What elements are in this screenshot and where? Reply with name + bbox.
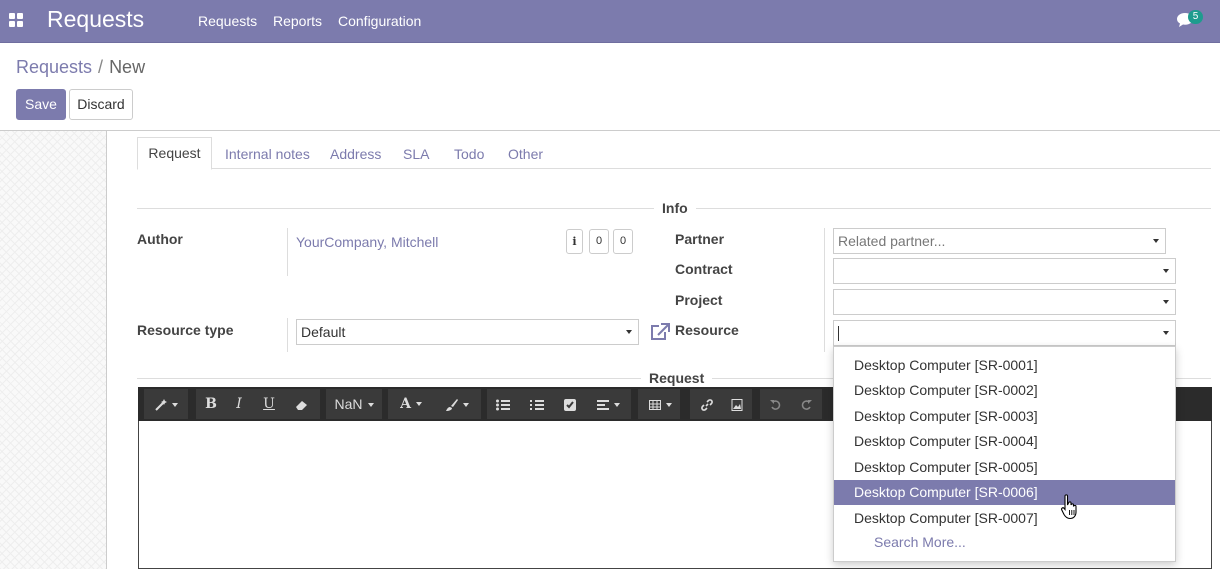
contract-select[interactable] [833,258,1176,284]
resource-type-value: Default [301,324,346,340]
align-icon[interactable] [590,389,626,419]
chevron-down-icon [1163,300,1169,304]
request-section-title: Request [641,370,713,386]
menu-reports[interactable]: Reports [273,13,322,29]
dropdown-item[interactable]: Desktop Computer [SR-0001] [834,353,1175,378]
font-size-dropdown[interactable]: NaN [330,389,378,419]
chat-count-badge: 5 [1188,10,1203,24]
author-divider [287,228,288,276]
partner-label: Partner [675,231,725,247]
redo-icon[interactable] [794,389,818,419]
ordered-list-icon[interactable] [525,389,549,419]
info-section-title: Info [654,200,696,216]
tabs-divider [137,168,1211,169]
resource-type-select[interactable]: Default [296,319,639,345]
bold-icon[interactable]: B [200,389,222,419]
author-counter-button-2[interactable]: 0 [613,229,633,254]
dropdown-item[interactable]: Desktop Computer [SR-0005] [834,455,1175,480]
author-info-button[interactable]: i [566,229,583,254]
undo-icon[interactable] [764,389,788,419]
external-link-icon[interactable] [650,323,670,341]
checklist-icon[interactable] [558,389,582,419]
dropdown-item-active[interactable]: Desktop Computer [SR-0006] [834,480,1175,505]
eraser-icon[interactable] [288,389,316,419]
magic-wand-icon[interactable] [148,389,184,419]
contract-label: Contract [675,261,733,277]
tab-request[interactable]: Request [137,137,212,170]
top-navbar: Requests Requests Reports Configuration … [0,0,1220,43]
unordered-list-icon[interactable] [491,389,515,419]
tab-internal-notes[interactable]: Internal notes [225,146,310,162]
dropdown-item[interactable]: Desktop Computer [SR-0002] [834,378,1175,403]
font-size-value: NaN [334,396,363,412]
dropdown-item[interactable]: Desktop Computer [SR-0003] [834,404,1175,429]
breadcrumb-current: New [109,57,146,77]
chevron-down-icon [1153,239,1159,243]
search-more-link[interactable]: Search More... [874,534,966,550]
chevron-down-icon [626,330,632,334]
image-icon[interactable] [725,389,749,419]
menu-configuration[interactable]: Configuration [338,13,421,29]
right-group-divider [824,228,825,352]
link-icon[interactable] [695,389,719,419]
resource-label: Resource [675,322,739,338]
chevron-down-icon [1163,269,1169,273]
partner-select[interactable]: Related partner... [833,228,1166,254]
resource-type-divider [287,318,288,352]
tab-address[interactable]: Address [330,146,381,162]
tab-other[interactable]: Other [508,146,543,162]
apps-menu-icon[interactable] [9,13,23,27]
resource-autocomplete-dropdown: Desktop Computer [SR-0001] Desktop Compu… [833,346,1176,562]
author-label: Author [137,231,183,247]
brush-icon[interactable] [438,389,476,419]
author-link[interactable]: YourCompany, Mitchell [296,234,438,250]
dropdown-item[interactable]: Desktop Computer [SR-0004] [834,429,1175,454]
italic-icon[interactable]: I [228,389,250,419]
save-button[interactable]: Save [16,89,66,120]
project-label: Project [675,292,723,308]
resource-select[interactable] [833,320,1176,346]
breadcrumb-separator: / [98,57,104,77]
text-cursor [838,326,839,341]
partner-placeholder: Related partner... [838,233,946,249]
hand-pointer-cursor-icon [1061,494,1077,520]
sheet-background [0,131,106,569]
discard-button[interactable]: Discard [69,89,133,120]
tab-sla[interactable]: SLA [403,146,429,162]
menu-requests[interactable]: Requests [198,13,257,29]
author-counter-button-1[interactable]: 0 [589,229,609,254]
underline-icon[interactable]: U [258,389,280,419]
dropdown-item[interactable]: Desktop Computer [SR-0007] [834,506,1175,531]
app-title: Requests [47,6,145,32]
table-icon[interactable] [643,389,677,419]
tab-todo[interactable]: Todo [454,146,484,162]
breadcrumb-parent-link[interactable]: Requests [16,57,92,77]
breadcrumb: Requests / New [16,57,145,78]
project-select[interactable] [833,289,1176,315]
chevron-down-icon [1163,331,1169,335]
font-color-icon[interactable]: A [393,389,429,419]
resource-type-label: Resource type [137,322,234,338]
